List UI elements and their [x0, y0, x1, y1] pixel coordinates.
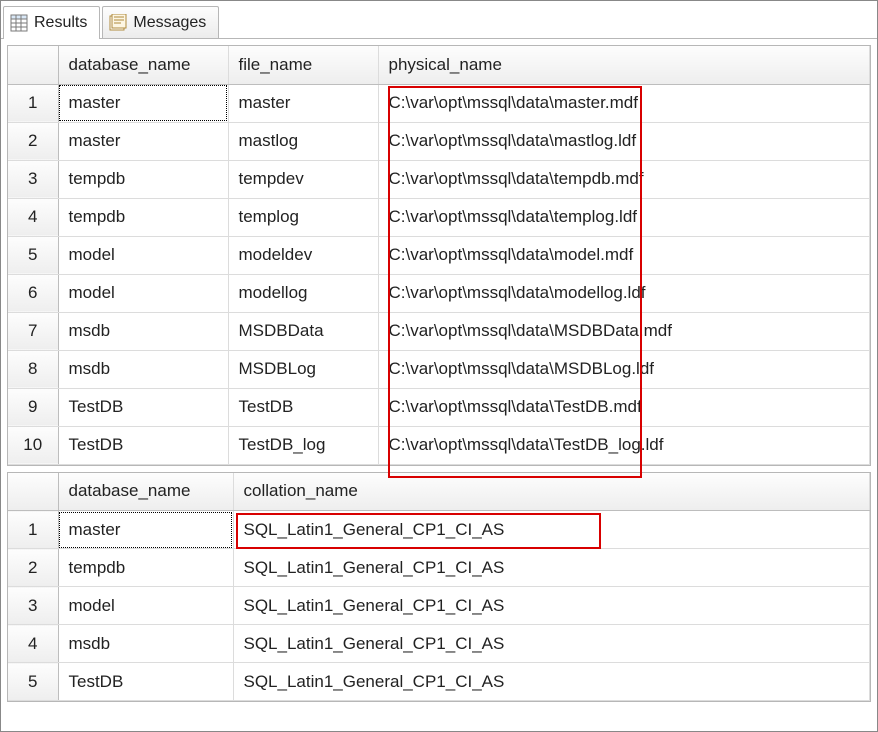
cell[interactable]: C:\var\opt\mssql\data\MSDBLog.ldf [378, 350, 870, 388]
cell[interactable]: tempdb [58, 160, 228, 198]
results-grid-2[interactable]: database_name collation_name 1 master SQ… [8, 473, 870, 702]
rownum[interactable]: 7 [8, 312, 58, 350]
cell[interactable]: C:\var\opt\mssql\data\model.mdf [378, 236, 870, 274]
table-row[interactable]: 9 TestDB TestDB C:\var\opt\mssql\data\Te… [8, 388, 870, 426]
tab-results[interactable]: Results [3, 6, 100, 38]
col-database-name[interactable]: database_name [58, 473, 233, 511]
rownum[interactable]: 10 [8, 426, 58, 464]
cell[interactable]: modeldev [228, 236, 378, 274]
rownum[interactable]: 3 [8, 587, 58, 625]
cell[interactable]: SQL_Latin1_General_CP1_CI_AS [233, 663, 870, 701]
cell[interactable]: model [58, 587, 233, 625]
cell[interactable]: modellog [228, 274, 378, 312]
cell[interactable]: tempdb [58, 549, 233, 587]
cell[interactable]: C:\var\opt\mssql\data\templog.ldf [378, 198, 870, 236]
cell[interactable]: mastlog [228, 122, 378, 160]
results-grid-1[interactable]: database_name file_name physical_name 1 … [8, 46, 870, 465]
cell[interactable]: TestDB [58, 663, 233, 701]
cell[interactable]: C:\var\opt\mssql\data\TestDB_log.ldf [378, 426, 870, 464]
rownum-header[interactable] [8, 46, 58, 84]
tab-messages-label: Messages [133, 14, 206, 32]
cell[interactable]: msdb [58, 350, 228, 388]
table-row[interactable]: 5 model modeldev C:\var\opt\mssql\data\m… [8, 236, 870, 274]
cell[interactable]: master [228, 84, 378, 122]
table-row[interactable]: 4 msdb SQL_Latin1_General_CP1_CI_AS [8, 625, 870, 663]
rownum[interactable]: 3 [8, 160, 58, 198]
results-grid-2-pane: database_name collation_name 1 master SQ… [7, 472, 871, 703]
results-grid-icon [10, 14, 28, 32]
col-database-name[interactable]: database_name [58, 46, 228, 84]
cell[interactable]: TestDB [228, 388, 378, 426]
cell[interactable]: master [58, 122, 228, 160]
table-row[interactable]: 6 model modellog C:\var\opt\mssql\data\m… [8, 274, 870, 312]
cell[interactable]: C:\var\opt\mssql\data\master.mdf [378, 84, 870, 122]
table-row[interactable]: 1 master SQL_Latin1_General_CP1_CI_AS [8, 511, 870, 549]
rownum[interactable]: 4 [8, 625, 58, 663]
cell[interactable]: C:\var\opt\mssql\data\MSDBData.mdf [378, 312, 870, 350]
rownum[interactable]: 2 [8, 122, 58, 160]
cell[interactable]: C:\var\opt\mssql\data\modellog.ldf [378, 274, 870, 312]
cell[interactable]: master [58, 84, 228, 122]
cell[interactable]: TestDB [58, 388, 228, 426]
cell[interactable]: msdb [58, 312, 228, 350]
table-row[interactable]: 5 TestDB SQL_Latin1_General_CP1_CI_AS [8, 663, 870, 701]
table-row[interactable]: 2 tempdb SQL_Latin1_General_CP1_CI_AS [8, 549, 870, 587]
cell[interactable]: templog [228, 198, 378, 236]
col-physical-name[interactable]: physical_name [378, 46, 870, 84]
rownum-header[interactable] [8, 473, 58, 511]
cell[interactable]: TestDB [58, 426, 228, 464]
rownum[interactable]: 1 [8, 511, 58, 549]
header-row: database_name collation_name [8, 473, 870, 511]
results-tabs: Results Messages [1, 1, 877, 39]
rownum[interactable]: 2 [8, 549, 58, 587]
rownum[interactable]: 6 [8, 274, 58, 312]
rownum[interactable]: 5 [8, 236, 58, 274]
rownum[interactable]: 5 [8, 663, 58, 701]
results-grid-1-pane: database_name file_name physical_name 1 … [7, 45, 871, 466]
cell[interactable]: MSDBData [228, 312, 378, 350]
rownum[interactable]: 4 [8, 198, 58, 236]
cell[interactable]: master [58, 511, 233, 549]
table-row[interactable]: 10 TestDB TestDB_log C:\var\opt\mssql\da… [8, 426, 870, 464]
cell[interactable]: SQL_Latin1_General_CP1_CI_AS [233, 511, 870, 549]
tab-messages[interactable]: Messages [102, 6, 219, 38]
table-row[interactable]: 1 master master C:\var\opt\mssql\data\ma… [8, 84, 870, 122]
table-row[interactable]: 4 tempdb templog C:\var\opt\mssql\data\t… [8, 198, 870, 236]
cell[interactable]: SQL_Latin1_General_CP1_CI_AS [233, 625, 870, 663]
cell[interactable]: C:\var\opt\mssql\data\TestDB.mdf [378, 388, 870, 426]
table-row[interactable]: 3 tempdb tempdev C:\var\opt\mssql\data\t… [8, 160, 870, 198]
table-row[interactable]: 7 msdb MSDBData C:\var\opt\mssql\data\MS… [8, 312, 870, 350]
rownum[interactable]: 8 [8, 350, 58, 388]
cell[interactable]: TestDB_log [228, 426, 378, 464]
col-file-name[interactable]: file_name [228, 46, 378, 84]
cell[interactable]: MSDBLog [228, 350, 378, 388]
header-row: database_name file_name physical_name [8, 46, 870, 84]
cell[interactable]: SQL_Latin1_General_CP1_CI_AS [233, 587, 870, 625]
table-row[interactable]: 8 msdb MSDBLog C:\var\opt\mssql\data\MSD… [8, 350, 870, 388]
col-collation-name[interactable]: collation_name [233, 473, 870, 511]
cell[interactable]: tempdev [228, 160, 378, 198]
cell[interactable]: C:\var\opt\mssql\data\tempdb.mdf [378, 160, 870, 198]
cell[interactable]: SQL_Latin1_General_CP1_CI_AS [233, 549, 870, 587]
messages-icon [109, 14, 127, 32]
tab-results-label: Results [34, 14, 87, 32]
cell[interactable]: msdb [58, 625, 233, 663]
rownum[interactable]: 9 [8, 388, 58, 426]
cell[interactable]: tempdb [58, 198, 228, 236]
rownum[interactable]: 1 [8, 84, 58, 122]
cell[interactable]: model [58, 274, 228, 312]
cell[interactable]: C:\var\opt\mssql\data\mastlog.ldf [378, 122, 870, 160]
table-row[interactable]: 2 master mastlog C:\var\opt\mssql\data\m… [8, 122, 870, 160]
cell[interactable]: model [58, 236, 228, 274]
table-row[interactable]: 3 model SQL_Latin1_General_CP1_CI_AS [8, 587, 870, 625]
